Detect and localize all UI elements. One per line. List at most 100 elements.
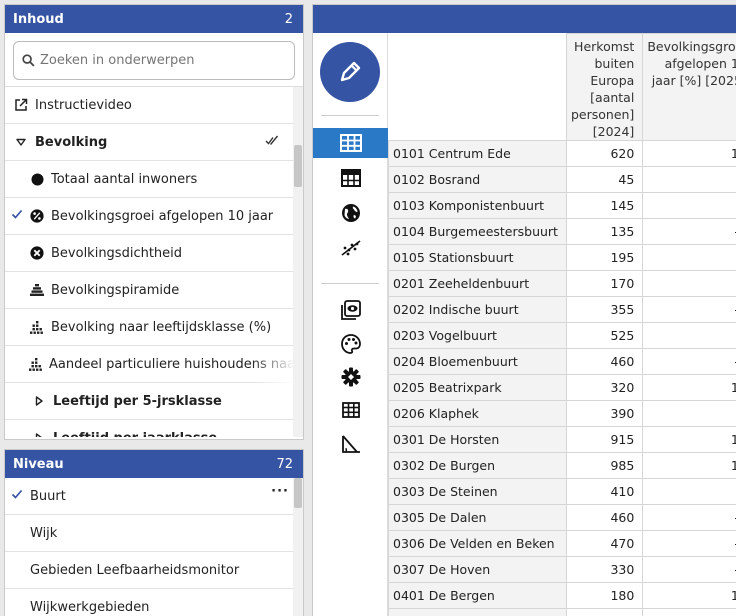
row-name-cell: 0305 De Dalen — [388, 504, 567, 531]
value-cell: -6 — [642, 530, 736, 557]
topic-item-label: Aandeel particuliere huishoudens naar — [49, 356, 295, 372]
caret-right-icon — [31, 433, 47, 437]
value-cell: -1 — [642, 504, 736, 531]
search-box[interactable] — [13, 41, 295, 80]
globe-button[interactable] — [313, 198, 388, 228]
row-name-cell: 0302 De Burgen — [388, 452, 567, 479]
ruler-triangle-button[interactable] — [313, 429, 388, 459]
value-cell: 915 — [565, 426, 644, 453]
data-table: Herkomst buiten Europa [aantal personen]… — [388, 33, 736, 616]
edit-button[interactable] — [320, 42, 380, 102]
table-row[interactable]: 0102 Bosrand451 — [388, 166, 736, 193]
table-row[interactable]: 0305 De Dalen460-1 — [388, 504, 736, 531]
value-cell: 985 — [565, 452, 644, 479]
row-name-cell: 0204 Bloemenbuurt — [388, 348, 567, 375]
preview-button[interactable] — [313, 295, 388, 325]
table-body: 0101 Centrum Ede620190102 Bosrand4510103… — [388, 140, 736, 616]
level-item-label: Gebieden Leefbaarheidsmonitor — [30, 562, 240, 578]
topic-list: Instructievideo Bevolking Totaal aantal in… — [5, 87, 303, 437]
level-item-label: Wijk — [30, 525, 58, 541]
value-cell: 390 — [565, 400, 644, 427]
topic-item[interactable]: Leeftijd per jaarklasse — [5, 420, 295, 437]
value-cell: 180 — [565, 582, 644, 609]
level-item[interactable]: Buurt — [5, 478, 295, 515]
topic-item[interactable]: Bevolkingspiramide — [5, 272, 295, 309]
row-name-cell: 0203 Vogelbuurt — [388, 322, 567, 349]
table-row[interactable]: 0104 Burgemeestersbuurt135-1 — [388, 218, 736, 245]
topic-item[interactable]: Aandeel particuliere huishoudens naar — [5, 346, 295, 383]
row-name-header — [388, 33, 567, 141]
tool-separator — [321, 115, 379, 116]
table-row[interactable]: 0101 Centrum Ede62019 — [388, 140, 736, 167]
pencil-icon — [340, 61, 361, 82]
scatter-button[interactable] — [313, 233, 388, 263]
gear-button[interactable] — [313, 362, 388, 392]
topic-item-label: Bevolkingsgroei afgelopen 10 jaar — [51, 208, 274, 224]
search-input[interactable] — [40, 53, 280, 68]
table-row[interactable]: 0306 De Velden en Beken470-6 — [388, 530, 736, 557]
scrollbar-thumb[interactable] — [294, 478, 302, 508]
topic-item[interactable]: Leeftijd per 5-jrsklasse — [5, 383, 295, 420]
level-item[interactable]: Wijkwerkgebieden — [5, 589, 295, 616]
table-row[interactable]: 0302 De Burgen98510 — [388, 452, 736, 479]
table-view-icon — [339, 134, 362, 152]
value-cell: 11 — [642, 582, 736, 609]
table-row[interactable]: 0303 De Steinen4109 — [388, 478, 736, 505]
preview-icon — [340, 300, 361, 320]
table-row[interactable]: 0401 De Bergen18011 — [388, 582, 736, 609]
tool-separator — [321, 283, 379, 284]
column-header[interactable]: Herkomst buiten Europa [aantal personen]… — [565, 33, 644, 141]
column-header[interactable]: Bevolkingsgroei afgelopen 10 jaar [%] [2… — [642, 33, 736, 141]
table-row[interactable]: 0402 De Bossen380-9 — [388, 608, 736, 616]
inhoud-count: 2 — [284, 11, 293, 27]
topic-item[interactable]: Totaal aantal inwoners — [5, 161, 295, 198]
row-name-cell: 0103 Komponistenbuurt — [388, 192, 567, 219]
topic-item[interactable]: Instructievideo — [5, 87, 295, 124]
table-row[interactable]: 0206 Klaphek3900 — [388, 400, 736, 427]
niveau-header: Niveau 72 — [5, 450, 303, 478]
table-row[interactable]: 0105 Stationsbuurt1955 — [388, 244, 736, 271]
value-cell: 170 — [565, 270, 644, 297]
topic-item[interactable]: Bevolking naar leeftijdsklasse (%) — [5, 309, 295, 346]
row-name-cell: 0303 De Steinen — [388, 478, 567, 505]
row-name-cell: 0306 De Velden en Beken — [388, 530, 567, 557]
value-cell: 1 — [642, 166, 736, 193]
value-cell: 16 — [642, 426, 736, 453]
value-cell: 9 — [642, 478, 736, 505]
table-row[interactable]: 0203 Vogelbuurt5253 — [388, 322, 736, 349]
dot-grid-icon — [29, 320, 45, 334]
table-row[interactable]: 0103 Komponistenbuurt1452 — [388, 192, 736, 219]
globe-icon — [341, 203, 361, 223]
topic-item[interactable]: Bevolkingsgroei afgelopen 10 jaar — [5, 198, 295, 235]
tool-bar — [313, 33, 388, 616]
table-header-row: Herkomst buiten Europa [aantal personen]… — [388, 33, 736, 141]
value-cell: 410 — [565, 478, 644, 505]
topic-list-scrollbar[interactable] — [293, 87, 303, 437]
table-row[interactable]: 0307 De Hoven330-2 — [388, 556, 736, 583]
row-name-cell: 0105 Stationsbuurt — [388, 244, 567, 271]
more-options-button[interactable]: ··· — [271, 484, 289, 499]
table-row[interactable]: 0201 Zeeheldenbuurt1701 — [388, 270, 736, 297]
table-row[interactable]: 0205 Beatrixpark32018 — [388, 374, 736, 401]
table-view-button[interactable] — [313, 128, 388, 158]
inhoud-title: Inhoud — [13, 11, 64, 27]
topic-item-label: Bevolking — [35, 134, 108, 150]
palette-icon — [340, 334, 361, 354]
table-row[interactable]: 0301 De Horsten91516 — [388, 426, 736, 453]
caret-right-icon — [31, 396, 47, 406]
table-row[interactable]: 0204 Bloemenbuurt460-2 — [388, 348, 736, 375]
level-item[interactable]: Gebieden Leefbaarheidsmonitor — [5, 552, 295, 589]
topic-item[interactable]: Bevolkingsdichtheid — [5, 235, 295, 272]
topic-item[interactable]: Bevolking — [5, 124, 295, 161]
pivot-table-button[interactable] — [313, 163, 388, 193]
topic-item-label: Totaal aantal inwoners — [51, 171, 198, 187]
level-item-label: Wijkwerkgebieden — [30, 599, 150, 615]
grid-button[interactable] — [313, 395, 388, 425]
row-name-cell: 0201 Zeeheldenbuurt — [388, 270, 567, 297]
scrollbar-thumb[interactable] — [294, 145, 302, 187]
level-list-scrollbar[interactable] — [293, 478, 303, 616]
level-item[interactable]: Wijk — [5, 515, 295, 552]
selection-check-icon[interactable] — [265, 133, 279, 151]
table-row[interactable]: 0202 Indische buurt355-3 — [388, 296, 736, 323]
palette-button[interactable] — [313, 329, 388, 359]
